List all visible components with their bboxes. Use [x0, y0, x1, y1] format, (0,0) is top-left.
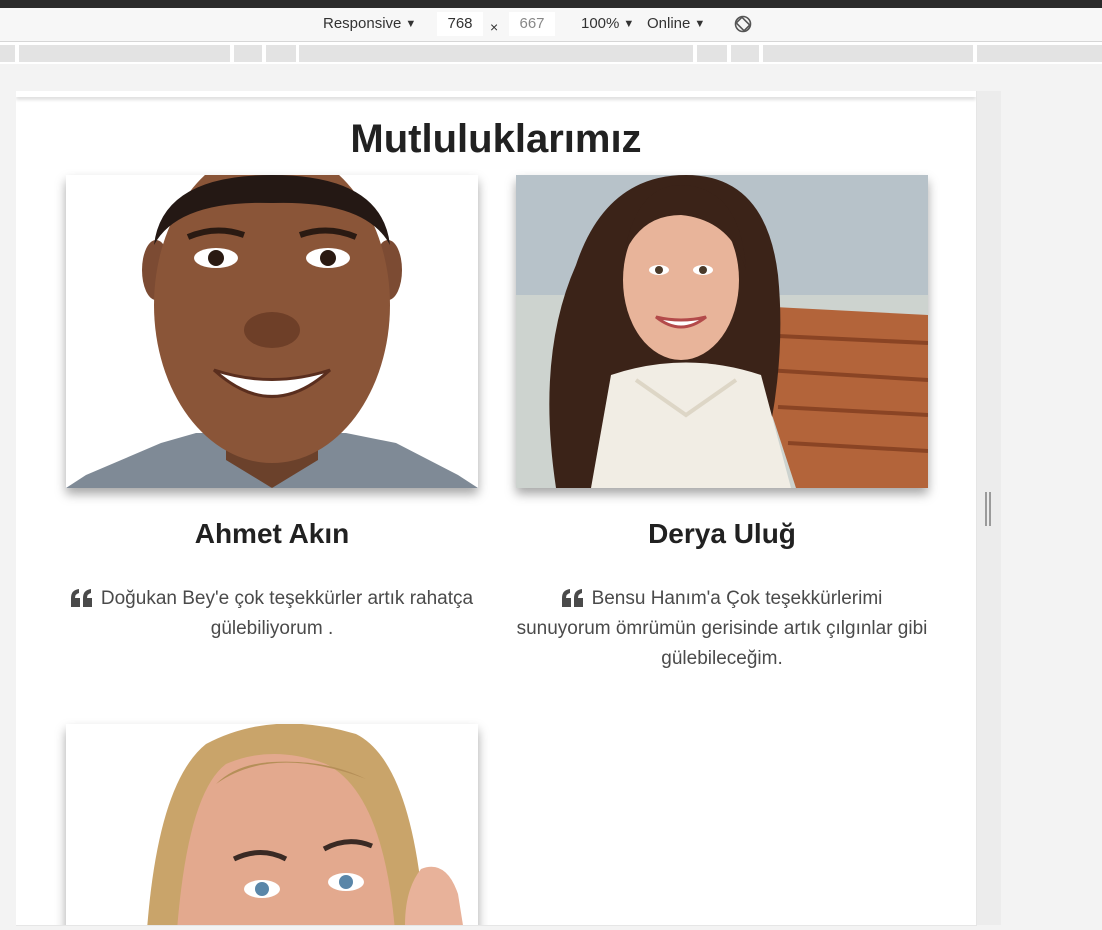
ruler-segment[interactable] — [234, 45, 262, 62]
testimonial-name: Ahmet Akın — [194, 518, 350, 549]
rotate-icon[interactable] — [734, 15, 752, 33]
testimonial-photo — [516, 175, 928, 488]
window-top-border — [0, 0, 1102, 8]
resize-handle[interactable] — [985, 492, 993, 526]
ruler-segment[interactable] — [0, 45, 15, 62]
device-toolbar: Responsive ▼ 768 × 667 100% ▼ Online ▼ — [0, 8, 1102, 42]
testimonial-photo — [66, 175, 478, 488]
quote-left-icon — [561, 589, 583, 607]
ruler-segment[interactable] — [299, 45, 693, 62]
throttle-dropdown[interactable]: Online ▼ — [647, 15, 705, 34]
testimonial-quote: Bensu Hanım'a Çok teşekkürlerimi sunuyor… — [516, 584, 928, 674]
testimonial-photo — [66, 724, 478, 925]
media-query-ruler — [0, 42, 1102, 64]
dimension-separator: × — [490, 19, 499, 35]
viewport-width-input[interactable]: 768 — [437, 12, 483, 36]
page-header-edge — [16, 91, 976, 97]
device-mode-label: Responsive — [323, 15, 402, 32]
ruler-segment[interactable] — [19, 45, 230, 62]
device-mode-dropdown[interactable]: Responsive ▼ — [323, 15, 416, 34]
testimonial-quote: Doğukan Bey'e çok teşekkürler artık raha… — [66, 584, 478, 644]
zoom-label: 100% — [581, 15, 620, 32]
ruler-segment[interactable] — [977, 45, 1102, 62]
caret-down-icon: ▼ — [405, 18, 417, 30]
quote-text: Doğukan Bey'e çok teşekkürler artık raha… — [100, 588, 474, 639]
caret-down-icon: ▼ — [623, 18, 635, 30]
testimonial-name: Derya Uluğ — [648, 518, 796, 549]
ruler-segment[interactable] — [731, 45, 759, 62]
viewport-height-input[interactable]: 667 — [509, 12, 555, 36]
device-viewport: Mutluluklarımız Ahmet Akın Doğukan Bey'e… — [16, 91, 977, 926]
caret-down-icon: ▼ — [694, 18, 706, 30]
section-title: Mutluluklarımız — [350, 117, 642, 161]
quote-left-icon — [70, 589, 92, 607]
ruler-segment[interactable] — [266, 45, 296, 62]
throttle-label: Online — [647, 15, 691, 32]
ruler-segment[interactable] — [697, 45, 727, 62]
ruler-segment[interactable] — [763, 45, 973, 62]
zoom-dropdown[interactable]: 100% ▼ — [581, 15, 634, 34]
